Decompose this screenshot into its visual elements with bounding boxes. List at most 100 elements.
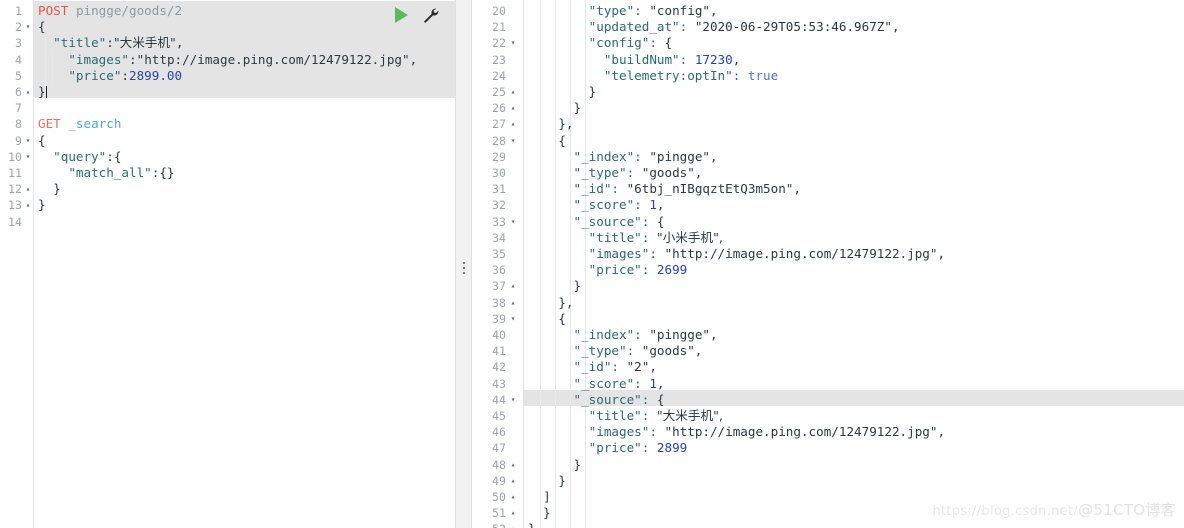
code-text: "_id": "2", <box>528 359 656 375</box>
token: "images" <box>68 51 130 67</box>
right-line[interactable]: 52▴} <box>472 521 1184 528</box>
right-line[interactable]: 26 ▴ } <box>472 100 1184 116</box>
token: ] <box>528 489 551 504</box>
code-text: } <box>528 457 581 473</box>
left-line[interactable]: 7 <box>0 100 455 116</box>
fold-open-icon[interactable]: ▾ <box>24 149 32 165</box>
right-line[interactable]: 49 ▴ } <box>472 473 1184 489</box>
right-line[interactable]: 34 "title": "小米手机", <box>472 230 1184 246</box>
right-line[interactable]: 23 "buildNum": 17230, <box>472 52 1184 68</box>
line-number: 52 <box>480 521 506 528</box>
play-icon[interactable] <box>395 6 408 23</box>
token: : <box>106 148 114 164</box>
code-text: "_id": "6tbj_nIBgqztEtQ3m5on", <box>528 181 800 197</box>
token: } <box>528 472 566 488</box>
line-number: 10 <box>8 149 22 164</box>
left-line[interactable]: 2 ▾ { <box>0 19 455 35</box>
right-line[interactable]: 46 "images": "http://image.ping.com/1247… <box>472 424 1184 440</box>
pane-splitter[interactable] <box>455 0 472 528</box>
code-text: { <box>38 19 46 35</box>
right-line[interactable]: 43 "_score": 1, <box>472 376 1184 392</box>
right-line[interactable]: 21 "updated_at": "2020-06-29T05:53:46.96… <box>472 19 1184 35</box>
code-text: { <box>528 133 566 149</box>
right-line[interactable]: 32 "_score": 1, <box>472 197 1184 213</box>
fold-open-icon[interactable]: ▾ <box>509 214 517 230</box>
editor-actions-toolbar[interactable] <box>395 6 439 23</box>
fold-close-icon[interactable]: ▴ <box>509 505 517 521</box>
response-output-pane[interactable]: 20 "type": "config", 21 "updated_at": "20… <box>472 0 1184 528</box>
right-line[interactable]: 47 "price": 2899 <box>472 440 1184 456</box>
fold-open-icon[interactable]: ▾ <box>509 35 517 51</box>
right-line[interactable]: 48 ▴ } <box>472 457 1184 473</box>
code-text: "updated_at": "2020-06-29T05:53:46.967Z"… <box>528 19 900 35</box>
right-line[interactable]: 25 ▴ } <box>472 84 1184 100</box>
left-line[interactable]: 11 "match_all":{} <box>0 165 455 181</box>
fold-close-icon[interactable]: ▴ <box>24 197 32 213</box>
fold-open-icon[interactable]: ▾ <box>24 19 32 35</box>
right-line[interactable]: 27 ▴ }, <box>472 116 1184 132</box>
fold-open-icon[interactable]: ▾ <box>509 133 517 149</box>
fold-open-icon[interactable]: ▾ <box>24 133 32 149</box>
line-number: 28 <box>492 133 506 148</box>
left-line[interactable]: 14 <box>0 214 455 230</box>
fold-close-icon[interactable]: ▴ <box>509 489 517 505</box>
right-line[interactable]: 44 ▾ "_source": { <box>472 392 1184 408</box>
right-line[interactable]: 30 "_type": "goods", <box>472 165 1184 181</box>
line-number: 29 <box>492 149 506 164</box>
fold-close-icon[interactable]: ▴ <box>509 84 517 100</box>
fold-open-icon[interactable]: ▾ <box>509 311 517 327</box>
token: "images": <box>528 246 665 261</box>
token: {} <box>159 165 175 180</box>
fold-close-icon[interactable]: ▴ <box>509 116 517 132</box>
fold-close-icon[interactable]: ▴ <box>24 181 32 197</box>
wrench-icon[interactable] <box>422 6 439 23</box>
left-line[interactable]: 3 "title":"大米手机", <box>0 35 455 51</box>
fold-close-icon[interactable]: ▴ <box>509 473 517 489</box>
right-line[interactable]: 24 "telemetry:optIn": true <box>472 68 1184 84</box>
left-line[interactable]: 9 ▾ { <box>0 133 455 149</box>
line-number: 45 <box>492 409 506 423</box>
right-line[interactable]: 35 "images": "http://image.ping.com/1247… <box>472 246 1184 262</box>
code-text: } <box>528 473 566 489</box>
token: "_type": <box>528 343 642 359</box>
right-line[interactable]: 28 ▾ { <box>472 133 1184 149</box>
right-line[interactable]: 33 ▾ "_source": { <box>472 214 1184 230</box>
splitter-grip-icon[interactable] <box>462 262 465 274</box>
request-editor-pane[interactable]: 1 POST pingge/goods/2 2 ▾{3 "title":"大米手机",… <box>0 0 455 528</box>
line-number: 27 <box>492 117 506 132</box>
right-line[interactable]: 38 ▴ }, <box>472 295 1184 311</box>
right-line[interactable]: 42 "_id": "2", <box>472 359 1184 375</box>
right-line[interactable]: 36 "price": 2699 <box>472 262 1184 278</box>
token: POST <box>38 3 69 18</box>
right-line[interactable]: 45 "title": "大米手机", <box>472 408 1184 424</box>
fold-close-icon[interactable]: ▴ <box>509 295 517 311</box>
left-line[interactable]: 13 ▴} <box>0 197 455 213</box>
left-line[interactable]: 10 ▾ "query":{ <box>0 149 455 165</box>
right-line[interactable]: 40 "_index": "pingge", <box>472 327 1184 343</box>
right-line[interactable]: 29 "_index": "pingge", <box>472 149 1184 165</box>
token: "query" <box>53 148 107 164</box>
left-line[interactable]: 6 ▴} <box>0 84 455 100</box>
token: } <box>528 278 582 294</box>
left-line[interactable]: 1 POST pingge/goods/2 <box>0 3 455 19</box>
right-line[interactable]: 20 "type": "config", <box>472 3 1184 19</box>
token: } <box>38 181 61 197</box>
left-line[interactable]: 5 "price":2899.00 <box>0 68 455 84</box>
fold-open-icon[interactable]: ▾ <box>509 392 517 408</box>
fold-close-icon[interactable]: ▴ <box>509 100 517 116</box>
right-line[interactable]: 22 ▾ "config": { <box>472 35 1184 51</box>
token: "price": <box>528 262 657 278</box>
right-line[interactable]: 41 "_type": "goods", <box>472 343 1184 359</box>
fold-close-icon[interactable]: ▴ <box>509 278 517 294</box>
left-line[interactable]: 12 ▴ } <box>0 181 455 197</box>
fold-close-icon[interactable]: ▴ <box>509 521 517 528</box>
left-line[interactable]: 8 GET _search <box>0 116 455 132</box>
fold-close-icon[interactable]: ▴ <box>24 84 32 100</box>
right-line[interactable]: 37 ▴ } <box>472 278 1184 294</box>
fold-close-icon[interactable]: ▴ <box>509 457 517 473</box>
right-line[interactable]: 39 ▾ { <box>472 311 1184 327</box>
right-line[interactable]: 31 "_id": "6tbj_nIBgqztEtQ3m5on", <box>472 181 1184 197</box>
left-line[interactable]: 4 "images":"http://image.ping.com/124791… <box>0 52 455 68</box>
